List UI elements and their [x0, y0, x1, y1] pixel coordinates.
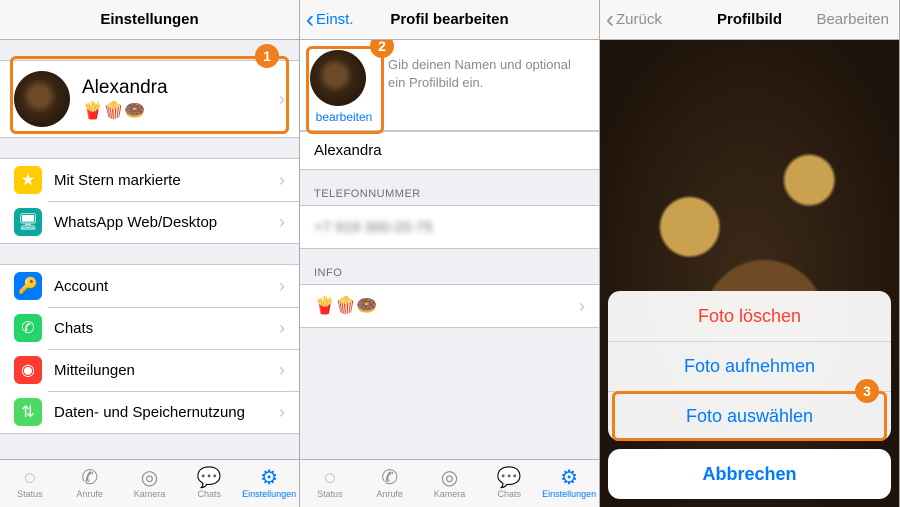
- row-label: WhatsApp Web/Desktop: [54, 214, 279, 231]
- profile-row[interactable]: Alexandra 🍟🍿🍩 ›: [0, 60, 299, 138]
- tab-settings[interactable]: ⚙Einstellungen: [539, 460, 599, 507]
- camera-icon: ◎: [141, 468, 158, 488]
- data-icon: ⇅: [14, 398, 42, 426]
- tab-camera[interactable]: ◎Kamera: [120, 460, 180, 507]
- phone-icon: ✆: [81, 468, 98, 488]
- chevron-left-icon: ‹: [306, 8, 314, 32]
- nav-bar: ‹ Einst. Profil bearbeiten: [300, 0, 599, 40]
- star-icon: ★: [14, 166, 42, 194]
- screen-edit-profile: ‹ Einst. Profil bearbeiten bearbeiten Gi…: [300, 0, 600, 507]
- phone-group: +7 919 300-25-75: [300, 205, 599, 249]
- status-icon: ◌: [24, 468, 36, 488]
- whatsapp-icon: ✆: [14, 314, 42, 342]
- action-sheet: Foto löschen Foto aufnehmen Foto auswähl…: [608, 291, 891, 499]
- chevron-right-icon: ›: [279, 402, 285, 423]
- sheet-take-photo[interactable]: Foto aufnehmen: [608, 341, 891, 391]
- row-chats[interactable]: ✆ Chats ›: [0, 307, 299, 349]
- tab-status[interactable]: ◌Status: [0, 460, 60, 507]
- phone-row[interactable]: +7 919 300-25-75: [300, 206, 599, 248]
- chats-icon: 💬: [197, 468, 222, 488]
- nav-title: Einstellungen: [100, 11, 198, 28]
- tab-chats[interactable]: 💬Chats: [479, 460, 539, 507]
- nav-title: Profilbild: [717, 11, 782, 28]
- chevron-left-icon: ‹: [606, 8, 614, 32]
- row-data-storage[interactable]: ⇅ Daten- und Speichernutzung ›: [0, 391, 299, 433]
- row-web-desktop[interactable]: 🖥 WhatsApp Web/Desktop ›: [0, 201, 299, 243]
- avatar[interactable]: [310, 50, 366, 106]
- section-info: INFO: [300, 249, 599, 284]
- profile-status: 🍟🍿🍩: [82, 101, 168, 121]
- nav-title: Profil bearbeiten: [390, 11, 508, 28]
- row-starred[interactable]: ★ Mit Stern markierte ›: [0, 159, 299, 201]
- phone-icon: ✆: [381, 468, 398, 488]
- camera-icon: ◎: [441, 468, 458, 488]
- tab-settings[interactable]: ⚙Einstellungen: [239, 460, 299, 507]
- tab-calls[interactable]: ✆Anrufe: [360, 460, 420, 507]
- row-label: Chats: [54, 320, 279, 337]
- row-notifications[interactable]: ◉ Mitteilungen ›: [0, 349, 299, 391]
- info-row[interactable]: 🍟🍿🍩 ›: [300, 285, 599, 327]
- name-field[interactable]: Alexandra: [300, 131, 599, 170]
- avatar-column: bearbeiten: [314, 50, 374, 130]
- nav-bar: Einstellungen: [0, 0, 299, 40]
- avatar: [14, 71, 70, 127]
- screen-settings: Einstellungen Alexandra 🍟🍿🍩 › 1 ★ Mit St…: [0, 0, 300, 507]
- row-account[interactable]: 🔑 Account ›: [0, 265, 299, 307]
- gear-icon: ⚙: [560, 468, 578, 488]
- info-group: 🍟🍿🍩 ›: [300, 284, 599, 328]
- nav-bar: ‹ Zurück Profilbild Bearbeiten: [600, 0, 899, 40]
- nav-back[interactable]: ‹ Einst.: [306, 0, 354, 39]
- phone-number: +7 919 300-25-75: [314, 219, 433, 236]
- chevron-right-icon: ›: [279, 212, 285, 233]
- chats-icon: 💬: [497, 468, 522, 488]
- chevron-right-icon: ›: [279, 360, 285, 381]
- profile-name: Alexandra: [82, 77, 168, 99]
- tab-bar: ◌Status ✆Anrufe ◎Kamera 💬Chats ⚙Einstell…: [300, 459, 599, 507]
- sheet-delete-photo[interactable]: Foto löschen: [608, 291, 891, 341]
- chevron-right-icon: ›: [279, 276, 285, 297]
- nav-edit[interactable]: Bearbeiten: [816, 0, 889, 39]
- chevron-right-icon: ›: [579, 296, 585, 317]
- chevron-right-icon: ›: [279, 170, 285, 191]
- row-label: Mitteilungen: [54, 362, 279, 379]
- edit-hint: Gib deinen Namen und optional ein Profil…: [388, 50, 585, 130]
- row-label: Account: [54, 278, 279, 295]
- edit-profile-block: bearbeiten Gib deinen Namen und optional…: [300, 40, 599, 131]
- section-phone: TELEFONNUMMER: [300, 170, 599, 205]
- group-starred: ★ Mit Stern markierte › 🖥 WhatsApp Web/D…: [0, 158, 299, 244]
- tab-camera[interactable]: ◎Kamera: [420, 460, 480, 507]
- sheet-choose-photo[interactable]: Foto auswählen: [608, 391, 891, 441]
- content: Foto löschen Foto aufnehmen Foto auswähl…: [600, 40, 899, 507]
- key-icon: 🔑: [14, 272, 42, 300]
- group-main: 🔑 Account › ✆ Chats › ◉ Mitteilungen › ⇅…: [0, 264, 299, 434]
- tab-status[interactable]: ◌Status: [300, 460, 360, 507]
- screen-profile-photo: ‹ Zurück Profilbild Bearbeiten Foto lösc…: [600, 0, 900, 507]
- info-value: 🍟🍿🍩: [314, 296, 378, 316]
- row-label: Mit Stern markierte: [54, 172, 279, 189]
- nav-back[interactable]: ‹ Zurück: [606, 0, 662, 39]
- chevron-right-icon: ›: [279, 318, 285, 339]
- gear-icon: ⚙: [260, 468, 278, 488]
- notify-icon: ◉: [14, 356, 42, 384]
- action-sheet-options: Foto löschen Foto aufnehmen Foto auswähl…: [608, 291, 891, 441]
- tab-bar: ◌Status ✆Anrufe ◎Kamera 💬Chats ⚙Einstell…: [0, 459, 299, 507]
- tab-calls[interactable]: ✆Anrufe: [60, 460, 120, 507]
- content: Alexandra 🍟🍿🍩 › 1 ★ Mit Stern markierte …: [0, 40, 299, 459]
- tab-chats[interactable]: 💬Chats: [179, 460, 239, 507]
- edit-photo-link[interactable]: bearbeiten: [316, 110, 373, 124]
- row-label: Daten- und Speichernutzung: [54, 404, 279, 421]
- sheet-cancel[interactable]: Abbrechen: [608, 449, 891, 499]
- desktop-icon: 🖥: [14, 208, 42, 236]
- status-icon: ◌: [324, 468, 336, 488]
- content: bearbeiten Gib deinen Namen und optional…: [300, 40, 599, 459]
- chevron-right-icon: ›: [279, 89, 285, 110]
